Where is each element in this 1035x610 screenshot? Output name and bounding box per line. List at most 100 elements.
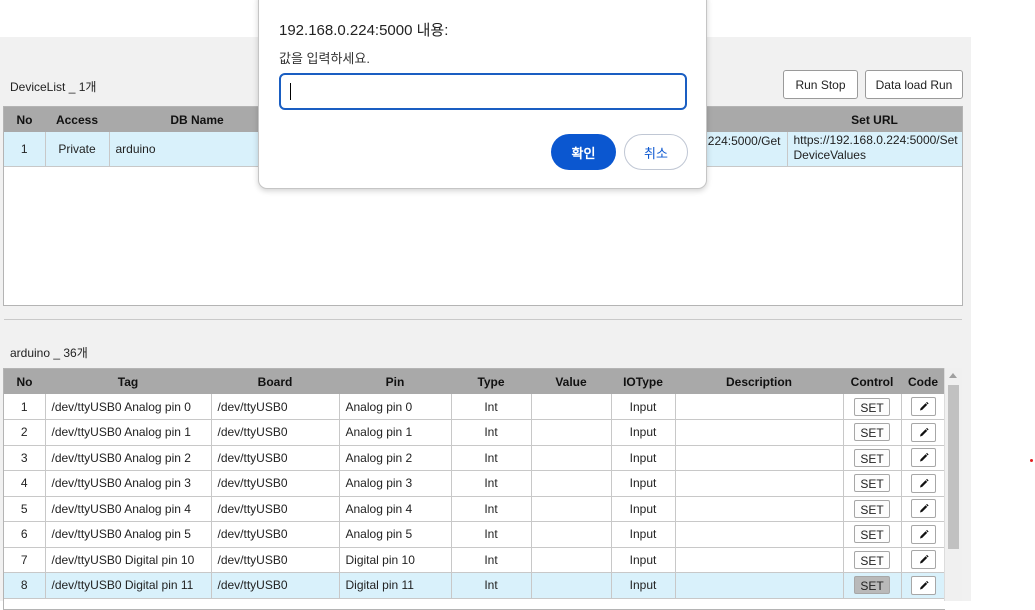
- dialog-message: 값을 입력하세요.: [279, 51, 370, 66]
- edit-code-button[interactable]: [910, 524, 936, 544]
- column-header-code[interactable]: Code: [901, 369, 945, 394]
- tag-cell-pin: Analog pin 3: [339, 470, 452, 497]
- run-stop-button[interactable]: Run Stop: [783, 70, 858, 99]
- column-header-access[interactable]: Access: [45, 107, 109, 132]
- tag-cell-board: /dev/ttyUSB0: [211, 496, 340, 522]
- tag-cell-iotype: Input: [611, 419, 676, 446]
- tag-cell-code: [901, 394, 945, 420]
- red-dot-marker: [1030, 459, 1033, 462]
- arrow-up-icon[interactable]: [949, 373, 957, 378]
- tag-cell-code: [901, 419, 945, 446]
- edit-code-button[interactable]: [910, 550, 936, 570]
- column-header-iotype[interactable]: IOType: [611, 369, 675, 394]
- tag-cell-type: Int: [451, 547, 532, 573]
- pencil-icon: [919, 504, 929, 513]
- tag-cell-description: [675, 419, 844, 446]
- set-button[interactable]: SET: [854, 550, 890, 569]
- tag-table-scrollbar[interactable]: [944, 368, 962, 601]
- set-url-line2: DeviceValues: [793, 148, 866, 162]
- edit-code-button[interactable]: [910, 448, 936, 468]
- tag-cell-control: SET: [843, 394, 902, 420]
- tag-cell-type: Int: [451, 496, 532, 522]
- dialog-input[interactable]: [279, 73, 687, 110]
- column-header-value[interactable]: Value: [531, 369, 611, 394]
- tag-cell-tag: /dev/ttyUSB0 Analog pin 2: [45, 445, 212, 471]
- edit-code-button[interactable]: [910, 473, 936, 493]
- column-header-pin[interactable]: Pin: [339, 369, 451, 394]
- set-button[interactable]: SET: [854, 423, 890, 442]
- tag-cell-control: SET: [843, 521, 902, 548]
- edit-code-button[interactable]: [910, 575, 936, 595]
- tag-cell-control: SET: [843, 496, 902, 522]
- pencil-icon: [919, 529, 929, 539]
- pencil-icon: [919, 453, 929, 462]
- tag-cell-value: [531, 445, 612, 471]
- table-row[interactable]: 2/dev/ttyUSB0 Analog pin 1/dev/ttyUSB0 An…: [4, 419, 945, 446]
- tag-table-header: No Tag Board Pin Type Value IOType Descr…: [4, 369, 945, 394]
- tag-cell-code: [901, 547, 945, 573]
- edit-code-button[interactable]: [910, 422, 936, 442]
- tag-cell-pin: Analog pin 5: [339, 521, 452, 548]
- set-button[interactable]: SET: [854, 397, 890, 416]
- column-header-board[interactable]: Board: [211, 369, 339, 394]
- column-header-set-url[interactable]: Set URL: [787, 107, 962, 132]
- table-row[interactable]: 7/dev/ttyUSB0 Digital pin 10/dev/ttyUSB0…: [4, 547, 945, 573]
- tag-cell-no: 6: [4, 521, 46, 548]
- dialog-title: 192.168.0.224:5000 내용:: [279, 22, 449, 39]
- tag-cell-pin: Digital pin 10: [339, 547, 452, 573]
- ok-button[interactable]: 확인: [551, 134, 616, 170]
- tag-cell-board: /dev/ttyUSB0: [211, 547, 340, 573]
- cancel-button[interactable]: 취소: [624, 134, 688, 170]
- tag-cell-type: Int: [451, 394, 532, 420]
- tag-cell-board: /dev/ttyUSB0: [211, 572, 340, 599]
- edit-code-button[interactable]: [910, 397, 936, 416]
- tag-cell-pin: Analog pin 4: [339, 496, 452, 522]
- tag-cell-code: [901, 496, 945, 522]
- tag-cell-pin: Analog pin 1: [339, 419, 452, 446]
- tag-cell-value: [531, 572, 612, 599]
- data-load-run-button[interactable]: Data load Run: [865, 70, 963, 99]
- tag-cell-value: [531, 394, 612, 420]
- column-header-no[interactable]: No: [4, 107, 45, 132]
- tag-cell-board: /dev/ttyUSB0: [211, 470, 340, 497]
- tag-cell-description: [675, 496, 844, 522]
- section-divider: [4, 319, 962, 320]
- table-row[interactable]: 3/dev/ttyUSB0 Analog pin 2/dev/ttyUSB0 An…: [4, 445, 945, 471]
- set-button[interactable]: SET: [854, 474, 890, 493]
- set-button[interactable]: SET: [854, 576, 890, 595]
- tag-cell-board: /dev/ttyUSB0: [211, 445, 340, 471]
- tag-cell-pin: Analog pin 2: [339, 445, 452, 471]
- tag-cell-value: [531, 470, 612, 497]
- tag-cell-description: [675, 547, 844, 573]
- table-row[interactable]: 6/dev/ttyUSB0 Analog pin 5/dev/ttyUSB0 An…: [4, 521, 945, 548]
- pencil-icon: [919, 401, 929, 411]
- column-header-type[interactable]: Type: [451, 369, 531, 394]
- column-header-no[interactable]: No: [4, 369, 45, 394]
- table-row[interactable]: 4/dev/ttyUSB0 Analog pin 3/dev/ttyUSB0 An…: [4, 470, 945, 497]
- tag-cell-tag: /dev/ttyUSB0 Analog pin 5: [45, 521, 212, 548]
- set-button[interactable]: SET: [854, 448, 890, 467]
- tag-cell-code: [901, 521, 945, 548]
- tag-cell-type: Int: [451, 445, 532, 471]
- table-row[interactable]: 5/dev/ttyUSB0 Analog pin 4/dev/ttyUSB0 An…: [4, 496, 945, 522]
- column-header-control[interactable]: Control: [843, 369, 901, 394]
- tag-cell-no: 2: [4, 419, 46, 446]
- table-row[interactable]: 1/dev/ttyUSB0 Analog pin 0/dev/ttyUSB0 An…: [4, 394, 945, 420]
- prompt-dialog: 192.168.0.224:5000 내용: 값을 입력하세요. 확인 취소: [258, 0, 707, 189]
- tag-cell-no: 3: [4, 445, 46, 471]
- tag-cell-iotype: Input: [611, 521, 676, 548]
- column-header-description[interactable]: Description: [675, 369, 843, 394]
- set-button[interactable]: SET: [854, 499, 890, 518]
- tag-cell-no: 8: [4, 572, 46, 599]
- edit-code-button[interactable]: [910, 499, 936, 519]
- column-header-tag[interactable]: Tag: [45, 369, 211, 394]
- set-button[interactable]: SET: [854, 525, 890, 544]
- tag-cell-value: [531, 496, 612, 522]
- device-cell-no: 1: [4, 132, 46, 167]
- pencil-icon: [919, 427, 929, 437]
- tag-cell-tag: /dev/ttyUSB0 Analog pin 4: [45, 496, 212, 522]
- device-cell-access: Private: [45, 132, 110, 167]
- scrollbar-thumb[interactable]: [948, 385, 959, 549]
- tag-cell-control: SET: [843, 547, 902, 573]
- table-row[interactable]: 8/dev/ttyUSB0 Digital pin 11/dev/ttyUSB0…: [4, 572, 945, 599]
